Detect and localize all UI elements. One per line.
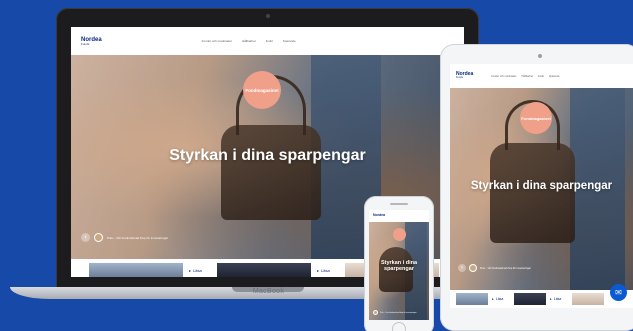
site-header: Nordea Funds Fonder och marknader Hållba… — [71, 27, 464, 55]
tablet-screen: Nordea Funds Fonder och marknader Hållba… — [450, 64, 633, 308]
phone-site-header: Nordea — [369, 210, 429, 222]
tablet-teaser-card-label-2: Läsa — [553, 297, 562, 301]
laptop-camera — [266, 14, 270, 18]
play-icon: ▸ — [189, 267, 192, 273]
phone-hero-section: Styrkan i dina sparpengar Puls – Vår fon… — [369, 222, 429, 320]
teaser-card-image-2[interactable] — [217, 263, 311, 277]
tablet-hero-section: Fondmagasinet Styrkan i dina sparpengar … — [450, 88, 633, 290]
tablet-hero-title: Styrkan i dina sparpengar — [470, 180, 613, 192]
tablet-teaser-cards: ▸ Läsa ▸ Läsa — [450, 290, 633, 308]
teaser-card-label-1: Läsa — [193, 267, 202, 273]
tablet-teaser-card-label-1: Läsa — [495, 297, 504, 301]
play-icon: ▸ — [492, 297, 494, 301]
tablet-teaser-card-image-1[interactable] — [456, 293, 488, 305]
device-mockup-scene: Nordea Funds Fonder och marknader Hållba… — [0, 0, 633, 331]
main-nav: Fonder och marknader Hållbarhet Insikt S… — [202, 39, 296, 43]
tablet-slider-prev-button[interactable]: ‹ — [458, 264, 466, 272]
magazine-badge[interactable]: Fondmagasinet — [243, 71, 281, 109]
teaser-card-link-2[interactable]: ▸ Läsa — [317, 263, 339, 277]
tablet-slider-thumbnail[interactable] — [469, 264, 477, 272]
tablet-camera — [538, 54, 542, 58]
hero-title: Styrkan i dina sparpengar — [169, 147, 366, 164]
phone-slider-caption[interactable]: Puls – Vår fondmarknad ihop för invester… — [380, 312, 417, 314]
teaser-card-label-2: Läsa — [321, 267, 330, 273]
tablet-slider-caption[interactable]: Puls – Vår fondmarknad ihop för invester… — [480, 267, 531, 270]
phone-site-logo[interactable]: Nordea — [373, 214, 385, 218]
tablet-nav-item-insight[interactable]: Insikt — [538, 75, 544, 78]
nav-item-savings[interactable]: Sparande — [283, 39, 296, 43]
play-icon: ▸ — [550, 297, 552, 301]
tablet-teaser-card-image-3[interactable] — [572, 293, 604, 305]
phone-slider-thumbnail[interactable] — [373, 310, 378, 315]
site-logo[interactable]: Nordea Funds — [81, 37, 102, 46]
phone-magazine-badge[interactable] — [393, 228, 406, 241]
slider-caption[interactable]: Puls – Vår fondmarknad ihop för invester… — [107, 236, 168, 240]
tablet-site-logo[interactable]: Nordea Funds — [456, 72, 473, 80]
tablet-teaser-card-link-1[interactable]: ▸ Läsa — [492, 293, 510, 305]
tablet-nav-item-sustainability[interactable]: Hållbarhet — [522, 75, 533, 78]
logo-sub: Funds — [81, 41, 90, 46]
slider-thumbnail[interactable] — [94, 233, 103, 242]
tablet-magazine-badge[interactable]: Fondmagasinet — [520, 102, 552, 134]
slider-prev-button[interactable]: ‹ — [81, 233, 90, 242]
nav-item-insight[interactable]: Insikt — [266, 39, 273, 43]
tablet-teaser-card-image-2[interactable] — [514, 293, 546, 305]
tablet-logo-sub: Funds — [456, 76, 463, 80]
phone-home-button[interactable] — [392, 322, 406, 331]
nav-item-funds[interactable]: Fonder och marknader — [202, 39, 232, 43]
teaser-card-image-1[interactable] — [89, 263, 183, 277]
phone-logo-name: Nordea — [373, 213, 386, 218]
tablet-nav-item-savings[interactable]: Sparande — [549, 75, 560, 78]
tablet-teaser-card-link-2[interactable]: ▸ Läsa — [550, 293, 568, 305]
phone-screen: Nordea Styrkan i dina sparpengar Puls – … — [369, 210, 429, 320]
phone-hero-slider-controls: Puls – Vår fondmarknad ihop för invester… — [373, 310, 417, 315]
tablet-site-header: Nordea Funds Fonder och marknader Hållba… — [450, 64, 633, 88]
phone-hero-title: Styrkan i dina sparpengar — [380, 260, 418, 273]
nav-item-sustainability[interactable]: Hållbarhet — [242, 39, 256, 43]
tablet-hero-slider-controls: ‹ Puls – Vår fondmarknad ihop för invest… — [458, 264, 531, 272]
tablet-nav-item-funds[interactable]: Fonder och marknader — [491, 75, 516, 78]
hero-slider-controls: ‹ Puls – Vår fondmarknad ihop för invest… — [81, 233, 168, 242]
teaser-card-link-1[interactable]: ▸ Läsa — [189, 263, 211, 277]
chat-icon[interactable]: ✉ — [610, 284, 627, 301]
play-icon: ▸ — [317, 267, 320, 273]
phone-speaker — [390, 203, 408, 205]
tablet-main-nav: Fonder och marknader Hållbarhet Insikt S… — [491, 75, 559, 78]
